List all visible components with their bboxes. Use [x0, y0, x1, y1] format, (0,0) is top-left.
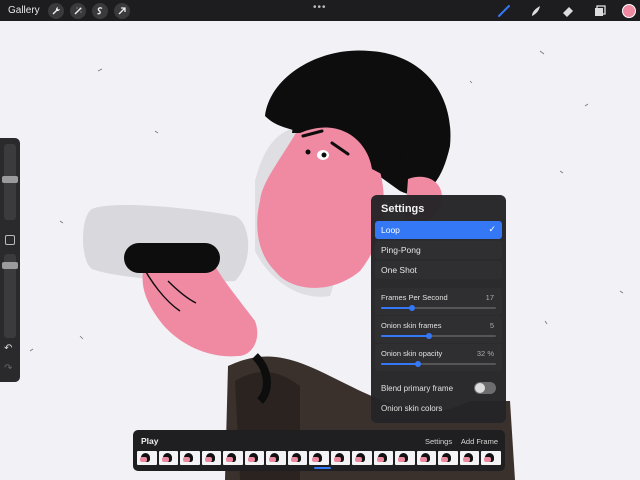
frame-thumb-face — [183, 457, 190, 462]
top-toolbar: Gallery ••• — [0, 0, 640, 21]
blend-primary-frame-row: Blend primary frame — [375, 379, 502, 397]
option-loop-label: Loop — [381, 225, 400, 235]
opacity-slider[interactable] — [2, 254, 18, 338]
onion-frames-label: Onion skin frames — [381, 321, 442, 330]
onion-opacity-value: 32 % — [476, 349, 494, 358]
timeline-frame[interactable] — [180, 451, 200, 465]
frame-thumb-face — [441, 457, 448, 462]
redo-icon[interactable]: ↷ — [4, 363, 12, 374]
selection-s-icon[interactable] — [91, 2, 108, 19]
more-options-icon[interactable]: ••• — [313, 2, 327, 13]
option-loop[interactable]: Loop ✓ — [375, 221, 502, 239]
timeline-frame[interactable] — [481, 451, 501, 465]
onion-opacity-slider[interactable]: Onion skin opacity 32 % — [375, 344, 502, 371]
onion-opacity-knob[interactable] — [414, 361, 421, 367]
opacity-thumb[interactable] — [2, 262, 18, 269]
frame-strip — [137, 451, 501, 465]
option-ping-pong[interactable]: Ping-Pong — [375, 241, 502, 259]
undo-icon[interactable]: ↶ — [4, 343, 12, 354]
timeline-frame[interactable] — [373, 451, 393, 465]
brush-size-thumb[interactable] — [2, 176, 18, 183]
fps-label: Frames Per Second — [381, 293, 448, 302]
settings-title: Settings — [381, 203, 425, 215]
fps-slider[interactable]: Frames Per Second 17 — [375, 288, 502, 315]
timeline-settings-button[interactable]: Settings — [425, 437, 452, 446]
frame-thumb-face — [462, 457, 470, 462]
fps-track[interactable] — [381, 305, 496, 311]
frame-thumb-face — [140, 457, 147, 462]
brush-size-slider[interactable] — [2, 144, 18, 220]
onion-frames-knob[interactable] — [426, 333, 433, 339]
timeline-frame[interactable] — [137, 451, 157, 465]
frame-thumb-face — [247, 457, 255, 462]
fps-knob[interactable] — [409, 305, 416, 311]
frame-thumb-face — [484, 457, 491, 462]
blend-primary-frame-label: Blend primary frame — [381, 383, 454, 393]
frame-thumb-face — [398, 457, 405, 462]
timeline-frame[interactable] — [330, 451, 350, 465]
frame-thumb-face — [419, 457, 427, 462]
onion-frames-slider[interactable]: Onion skin frames 5 — [375, 316, 502, 343]
drawing-canvas[interactable] — [0, 21, 640, 480]
magic-wand-icon[interactable] — [69, 2, 86, 19]
timeline-frame[interactable] — [158, 451, 178, 465]
onion-skin-colors-button[interactable]: Onion skin colors — [381, 404, 442, 413]
frame-thumb-face — [355, 457, 362, 462]
onion-opacity-label: Onion skin opacity — [381, 349, 443, 358]
timeline-frame[interactable] — [287, 451, 307, 465]
option-one-shot[interactable]: One Shot — [375, 261, 502, 279]
animation-settings-popover: Settings Loop ✓ Ping-Pong One Shot Frame… — [371, 195, 506, 423]
gallery-button[interactable]: Gallery — [8, 5, 40, 16]
frame-thumb-face — [290, 457, 298, 462]
current-frame-indicator — [314, 467, 331, 469]
onion-frames-fill — [381, 335, 430, 337]
fps-fill — [381, 307, 413, 309]
frame-thumb-face — [376, 457, 384, 462]
frame-thumb-face — [226, 457, 233, 462]
timeline-frame[interactable] — [266, 451, 286, 465]
smudge-icon[interactable] — [526, 1, 546, 21]
timeline-frame[interactable] — [459, 451, 479, 465]
left-sidebar: ↶ ↷ — [0, 138, 20, 382]
play-button[interactable]: Play — [141, 436, 159, 446]
frame-thumb-face — [269, 457, 276, 462]
timeline-frame[interactable] — [201, 451, 221, 465]
layers-icon[interactable] — [590, 1, 610, 21]
timeline-frame[interactable] — [395, 451, 415, 465]
option-one-shot-label: One Shot — [381, 265, 417, 275]
timeline-frame[interactable] — [244, 451, 264, 465]
character-artwork — [29, 50, 624, 480]
animation-timeline: Play Settings Add Frame — [133, 430, 505, 471]
frame-thumb-face — [204, 457, 212, 462]
color-swatch-button[interactable] — [622, 3, 636, 18]
modify-button[interactable] — [5, 235, 15, 245]
eraser-icon[interactable] — [558, 1, 578, 21]
frame-thumb-face — [312, 457, 319, 462]
frame-thumb-face — [161, 457, 169, 462]
onion-opacity-fill — [381, 363, 418, 365]
option-ping-pong-label: Ping-Pong — [381, 245, 421, 255]
timeline-frame[interactable] — [352, 451, 372, 465]
frame-thumb-face — [333, 457, 341, 462]
timeline-frame[interactable] — [223, 451, 243, 465]
add-frame-button[interactable]: Add Frame — [461, 437, 498, 446]
wrench-icon[interactable] — [47, 2, 64, 19]
transform-arrow-icon[interactable] — [113, 2, 130, 19]
timeline-frame[interactable] — [309, 451, 329, 465]
onion-frames-track[interactable] — [381, 333, 496, 339]
timeline-frame[interactable] — [438, 451, 458, 465]
checkmark-icon: ✓ — [488, 224, 496, 234]
blend-primary-frame-toggle[interactable] — [474, 382, 496, 394]
fps-value: 17 — [485, 293, 494, 302]
onion-frames-value: 5 — [489, 321, 494, 330]
timeline-frame[interactable] — [416, 451, 436, 465]
brush-icon[interactable] — [494, 1, 514, 21]
onion-opacity-track[interactable] — [381, 361, 496, 367]
